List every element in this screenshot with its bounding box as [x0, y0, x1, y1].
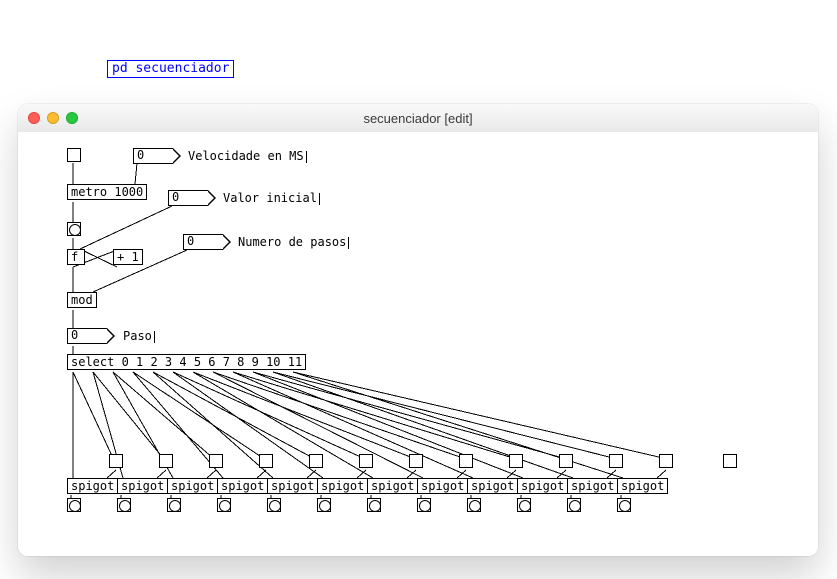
mod-object[interactable]: mod: [67, 292, 97, 308]
step-bang-2[interactable]: [167, 498, 181, 512]
spigot-object-4[interactable]: spigot: [267, 478, 318, 494]
spigot-object-8[interactable]: spigot: [467, 478, 518, 494]
step-toggle-0[interactable]: [109, 454, 123, 468]
step-toggle-10[interactable]: [609, 454, 623, 468]
spigot-object-9[interactable]: spigot: [517, 478, 568, 494]
step-bang-9[interactable]: [517, 498, 531, 512]
spigot-object-7[interactable]: spigot: [417, 478, 468, 494]
metro-object[interactable]: metro 1000: [67, 184, 147, 200]
initial-value-label: Valor inicial: [223, 192, 320, 205]
select-object[interactable]: select 0 1 2 3 4 5 6 7 8 9 10 11: [67, 354, 306, 370]
step-bang-0[interactable]: [67, 498, 81, 512]
step-bang-1[interactable]: [117, 498, 131, 512]
velocity-label: Velocidade en MS: [188, 150, 307, 163]
extra-step-toggle[interactable]: [723, 454, 737, 468]
initial-value-numbox[interactable]: 0: [168, 190, 208, 206]
step-bang-10[interactable]: [567, 498, 581, 512]
steps-numbox[interactable]: 0: [183, 234, 223, 250]
step-toggle-2[interactable]: [209, 454, 223, 468]
paso-label: Paso: [123, 330, 155, 343]
metro-toggle[interactable]: [67, 148, 81, 162]
close-icon[interactable]: [28, 112, 40, 124]
spigot-object-2[interactable]: spigot: [167, 478, 218, 494]
step-bang-11[interactable]: [617, 498, 631, 512]
spigot-object-3[interactable]: spigot: [217, 478, 268, 494]
step-bang-6[interactable]: [367, 498, 381, 512]
step-bang-3[interactable]: [217, 498, 231, 512]
patch-canvas[interactable]: 0 Velocidade en MS metro 1000 0 Valor in…: [18, 132, 818, 556]
spigot-object-1[interactable]: spigot: [117, 478, 168, 494]
step-toggle-11[interactable]: [659, 454, 673, 468]
step-bang-4[interactable]: [267, 498, 281, 512]
spigot-object-0[interactable]: spigot: [67, 478, 118, 494]
titlebar[interactable]: secuenciador [edit]: [18, 104, 818, 133]
step-toggle-3[interactable]: [259, 454, 273, 468]
step-bang-5[interactable]: [317, 498, 331, 512]
plus1-object[interactable]: + 1: [113, 249, 143, 265]
spigot-object-10[interactable]: spigot: [567, 478, 618, 494]
spigot-object-11[interactable]: spigot: [617, 478, 668, 494]
velocity-numbox[interactable]: 0: [133, 148, 173, 164]
minimize-icon[interactable]: [47, 112, 59, 124]
metro-bang[interactable]: [67, 222, 81, 236]
step-toggle-1[interactable]: [159, 454, 173, 468]
spigot-object-5[interactable]: spigot: [317, 478, 368, 494]
maximize-icon[interactable]: [66, 112, 78, 124]
step-bang-8[interactable]: [467, 498, 481, 512]
step-toggle-6[interactable]: [409, 454, 423, 468]
spigot-object-6[interactable]: spigot: [367, 478, 418, 494]
step-toggle-8[interactable]: [509, 454, 523, 468]
step-toggle-4[interactable]: [309, 454, 323, 468]
f-object[interactable]: f: [67, 249, 85, 265]
step-toggle-7[interactable]: [459, 454, 473, 468]
subpatch-window: secuenciador [edit]: [18, 104, 818, 556]
step-toggle-5[interactable]: [359, 454, 373, 468]
subpatch-box[interactable]: pd secuenciador: [107, 60, 234, 78]
steps-label: Numero de pasos: [238, 236, 349, 249]
window-title: secuenciador [edit]: [18, 111, 818, 126]
step-toggle-9[interactable]: [559, 454, 573, 468]
step-bang-7[interactable]: [417, 498, 431, 512]
paso-numbox[interactable]: 0: [67, 328, 107, 344]
